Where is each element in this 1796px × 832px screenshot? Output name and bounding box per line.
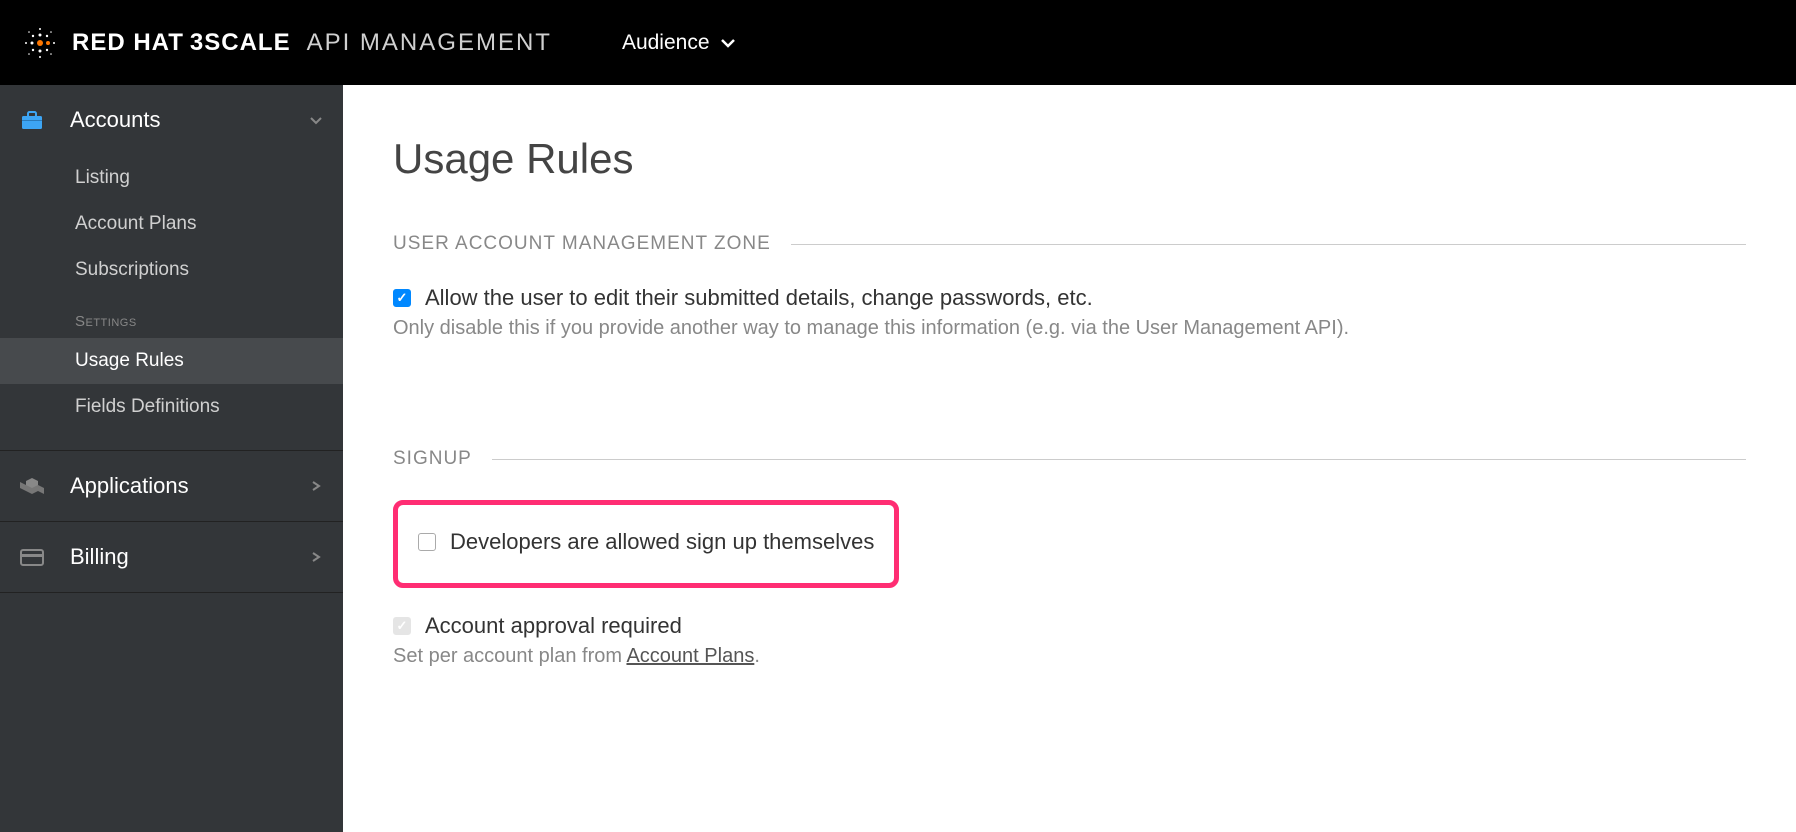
sidebar-section-applications: Applications	[0, 451, 343, 522]
cubes-icon	[20, 476, 44, 496]
section-header-text: USER ACCOUNT MANAGEMENT ZONE	[393, 233, 771, 255]
sidebar-header-applications[interactable]: Applications	[0, 451, 343, 521]
checkbox-label: Account approval required	[425, 613, 682, 639]
section-header-signup: SIGNUP	[393, 448, 1746, 470]
sidebar-item-label: Fields Definitions	[75, 396, 220, 417]
page-title: Usage Rules	[393, 135, 1746, 183]
checkbox-account-approval[interactable]	[393, 617, 411, 635]
section-header-user-account-zone: USER ACCOUNT MANAGEMENT ZONE	[393, 233, 1746, 255]
sidebar-item-account-plans[interactable]: Account Plans	[0, 201, 343, 247]
help-suffix: .	[754, 645, 760, 667]
sidebar: Accounts Listing Account Plans Subscript…	[0, 85, 343, 832]
sidebar-item-label: Subscriptions	[75, 259, 189, 280]
field-help-text: Only disable this if you provide another…	[393, 317, 1746, 340]
section-header-text: SIGNUP	[393, 448, 472, 470]
sidebar-section-accounts: Accounts Listing Account Plans Subscript…	[0, 85, 343, 451]
sidebar-item-usage-rules[interactable]: Usage Rules	[0, 338, 343, 384]
sidebar-item-subscriptions[interactable]: Subscriptions	[0, 247, 343, 293]
checkbox-label: Developers are allowed sign up themselve…	[450, 529, 874, 555]
checkbox-allow-user-edit[interactable]	[393, 289, 411, 307]
chevron-right-icon	[309, 481, 323, 491]
sidebar-item-label: Listing	[75, 167, 130, 188]
brand-api-management: API MANAGEMENT	[307, 29, 552, 57]
section-header-divider	[791, 244, 1746, 245]
chevron-down-icon	[309, 115, 323, 125]
main-content: Usage Rules USER ACCOUNT MANAGEMENT ZONE…	[343, 85, 1796, 832]
sidebar-item-label: Usage Rules	[75, 350, 184, 371]
briefcase-icon	[20, 110, 44, 130]
3scale-logo-icon	[20, 23, 60, 63]
chevron-right-icon	[309, 552, 323, 562]
brand-logo: RED HAT 3SCALE API MANAGEMENT	[20, 23, 552, 63]
sidebar-header-accounts[interactable]: Accounts	[0, 85, 343, 155]
context-selector-label: Audience	[622, 31, 710, 55]
credit-card-icon	[20, 547, 44, 567]
sidebar-section-billing: Billing	[0, 522, 343, 593]
sidebar-item-label: Account Plans	[75, 213, 196, 234]
field-help-text: Set per account plan from Account Plans.	[393, 645, 1746, 668]
brand-text: RED HAT 3SCALE API MANAGEMENT	[72, 29, 552, 57]
context-selector[interactable]: Audience	[622, 31, 736, 55]
field-account-approval: Account approval required Set per accoun…	[393, 613, 1746, 668]
sidebar-applications-label: Applications	[70, 473, 309, 499]
sidebar-item-fields-definitions[interactable]: Fields Definitions	[0, 384, 343, 430]
brand-3scale: 3SCALE	[190, 29, 291, 57]
highlight-box-signup: Developers are allowed sign up themselve…	[393, 500, 899, 588]
checkbox-developers-signup[interactable]	[418, 533, 436, 551]
topbar: RED HAT 3SCALE API MANAGEMENT Audience	[0, 0, 1796, 85]
chevron-down-icon	[720, 37, 736, 49]
account-plans-link[interactable]: Account Plans	[626, 645, 754, 667]
checkbox-label: Allow the user to edit their submitted d…	[425, 285, 1093, 311]
sidebar-item-listing[interactable]: Listing	[0, 155, 343, 201]
help-prefix: Set per account plan from	[393, 645, 626, 667]
sidebar-header-billing[interactable]: Billing	[0, 522, 343, 592]
section-header-divider	[492, 459, 1746, 460]
sidebar-subheader-settings: Settings	[0, 293, 343, 338]
sidebar-billing-label: Billing	[70, 544, 309, 570]
field-allow-user-edit: Allow the user to edit their submitted d…	[393, 285, 1746, 340]
brand-redhat: RED HAT	[72, 29, 184, 57]
sidebar-accounts-label: Accounts	[70, 107, 309, 133]
